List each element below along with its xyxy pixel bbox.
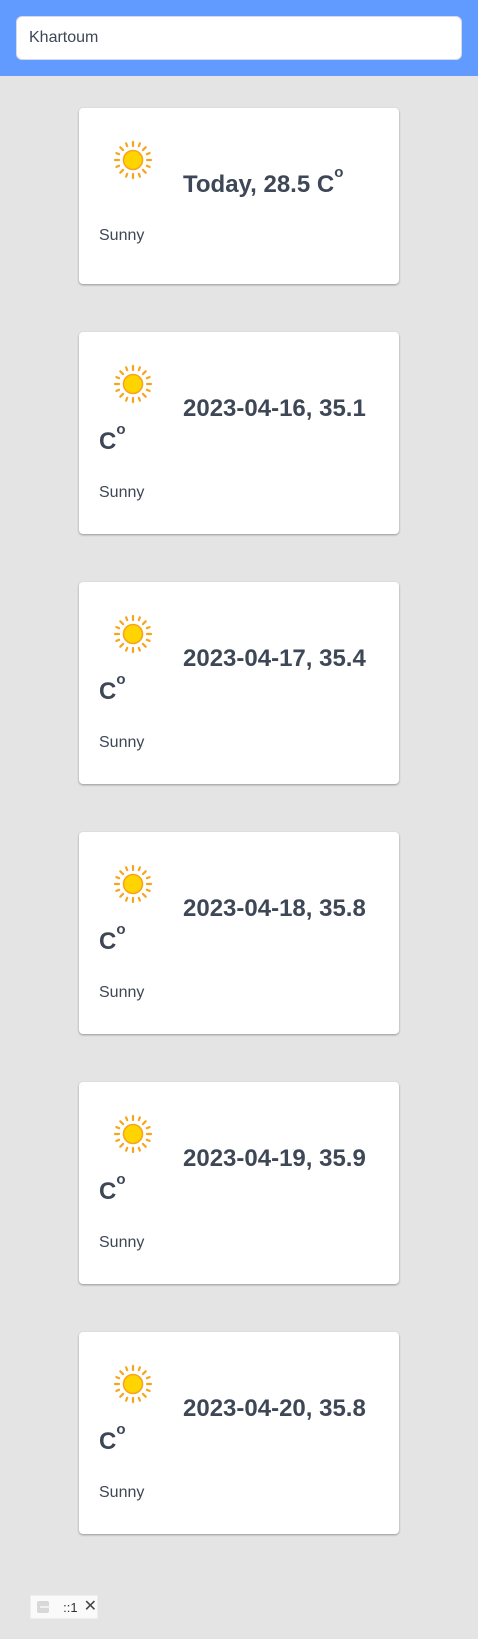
forecast-condition: Sunny	[99, 227, 145, 244]
forecast-card: 2023-04-19, 35.9 Co Sunny	[79, 1082, 399, 1284]
forecast-date: 2023-04-17	[183, 645, 306, 672]
forecast-date: 2023-04-19	[183, 1145, 306, 1172]
forecast-card: 2023-04-16, 35.1 Co Sunny	[79, 332, 399, 534]
forecast-temperature: 35.8	[319, 895, 366, 922]
forecast-temperature: 35.9	[319, 1145, 366, 1172]
forecast-date: 2023-04-16	[183, 395, 306, 422]
sun-icon	[113, 864, 153, 904]
sun-icon	[113, 1364, 153, 1404]
forecast-card-header: Today, 28.5 Co	[99, 140, 379, 201]
forecast-card-header: 2023-04-20, 35.8 Co	[99, 1364, 379, 1458]
temperature-unit: C	[316, 171, 335, 198]
forecast-temperature: 35.8	[319, 1395, 366, 1422]
sun-icon	[113, 364, 153, 404]
forecast-temperature: 28.5	[263, 171, 311, 198]
forecast-card: 2023-04-17, 35.4 Co Sunny	[79, 582, 399, 784]
forecast-condition: Sunny	[99, 1484, 145, 1501]
forecast-temperature: 35.4	[319, 645, 366, 672]
forecast-condition: Sunny	[99, 984, 145, 1001]
forecast-date: Today	[183, 171, 251, 198]
forecast-card-header: 2023-04-18, 35.8 Co	[99, 864, 379, 958]
app-header	[0, 0, 478, 76]
temperature-unit: C	[99, 928, 117, 955]
forecast-card-header: 2023-04-16, 35.1 Co	[99, 364, 379, 458]
sun-icon	[113, 1114, 153, 1154]
degree-mark: o	[116, 671, 126, 688]
forecast-date: 2023-04-20	[183, 1395, 306, 1422]
forecast-card: Today, 28.5 Co Sunny	[79, 108, 399, 284]
sun-icon	[113, 614, 153, 654]
degree-mark: o	[116, 421, 126, 438]
status-chip-label: ::1	[63, 1599, 78, 1615]
forecast-temperature: 35.1	[319, 395, 366, 422]
temperature-unit: C	[99, 1428, 117, 1455]
image-placeholder-icon	[37, 1601, 51, 1613]
forecast-condition: Sunny	[99, 734, 145, 751]
forecast-date: 2023-04-18	[183, 895, 306, 922]
city-search-input[interactable]	[16, 16, 462, 60]
forecast-card: 2023-04-18, 35.8 Co Sunny	[79, 832, 399, 1034]
degree-mark: o	[116, 921, 126, 938]
degree-mark: o	[334, 164, 344, 181]
temperature-unit: C	[99, 1178, 117, 1205]
forecast-card-header: 2023-04-17, 35.4 Co	[99, 614, 379, 708]
status-chip: ::1 ✕	[30, 1595, 98, 1619]
forecast-card-header: 2023-04-19, 35.9 Co	[99, 1114, 379, 1208]
temperature-unit: C	[99, 678, 117, 705]
sun-icon	[113, 140, 153, 180]
close-icon[interactable]: ✕	[84, 1599, 97, 1615]
forecast-card: 2023-04-20, 35.8 Co Sunny	[79, 1332, 399, 1534]
degree-mark: o	[116, 1171, 126, 1188]
degree-mark: o	[116, 1421, 126, 1438]
forecast-condition: Sunny	[99, 484, 145, 501]
forecast-list: Today, 28.5 Co Sunny 2023-04-16, 35.1 Co…	[79, 108, 399, 1582]
temperature-unit: C	[99, 428, 117, 455]
forecast-condition: Sunny	[99, 1234, 145, 1251]
